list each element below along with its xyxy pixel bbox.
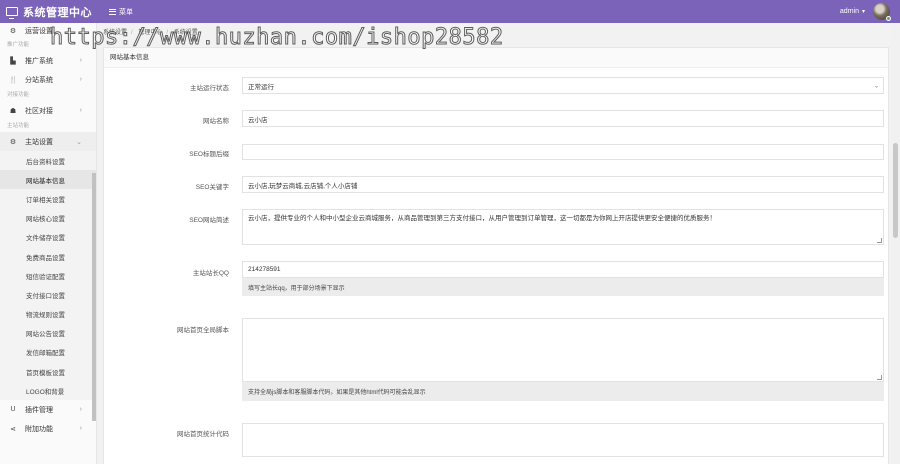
page-scrollbar[interactable] <box>891 23 900 464</box>
users-icon: ☗ <box>9 107 17 115</box>
gear-icon: ⚙ <box>9 28 17 35</box>
global-script-textarea[interactable] <box>242 318 884 382</box>
sidebar-item-label: 分站系统 <box>25 76 53 84</box>
sidebar-subitem[interactable]: 首页模板设置 <box>0 362 96 382</box>
sidebar-subitem[interactable]: 发信邮箱配置 <box>0 342 96 363</box>
sidebar-item-main-settings[interactable]: ⚙ 主站设置 ⌄ <box>0 132 96 151</box>
sidebar-item-extras[interactable]: ⋖ 附加功能 › <box>0 419 96 438</box>
seo-title-label: SEO标题后缀 <box>189 151 229 158</box>
seo-title-input[interactable] <box>242 144 884 160</box>
sidebar-item-operations[interactable]: ⚙ 运营设置 <box>0 23 96 39</box>
sidebar-item-community[interactable]: ☗ 社区对接 › <box>0 101 96 120</box>
resize-handle-icon[interactable] <box>877 238 882 243</box>
global-script-help-text: 支持全局js脚本和客服脚本代码，如果是其他html代码可能会乱显示 <box>242 382 884 401</box>
seo-description-label: SEO网站简述 <box>189 217 229 224</box>
bar-chart-icon: ▙ <box>10 57 16 65</box>
username: admin <box>839 8 859 15</box>
qq-value: 214278591 <box>248 266 281 273</box>
share-icon: ⋖ <box>10 425 16 433</box>
sidebar-subitem[interactable]: 网站核心设置 <box>0 208 96 228</box>
sidebar-scrollbar[interactable] <box>92 173 96 421</box>
sidebar-item-label: 运营设置 <box>25 28 53 35</box>
breadcrumb-item: 系统设置 <box>173 30 198 36</box>
sidebar-section-dock: 对接功能 <box>7 92 30 98</box>
seo-keywords-label: SEO关键字 <box>195 184 229 191</box>
chevron-down-icon: ⌄ <box>76 138 82 146</box>
scrollbar-thumb[interactable] <box>893 143 898 238</box>
sidebar-subitem[interactable]: LOGO和背景 <box>0 381 96 401</box>
sidebar-item-label: 插件管理 <box>25 406 53 414</box>
qq-input[interactable]: 214278591 <box>242 261 884 278</box>
menu-toggle-button[interactable]: 菜单 <box>109 7 133 17</box>
chevron-right-icon: › <box>79 76 82 83</box>
gear-icon: ⚙ <box>9 138 17 146</box>
brand[interactable]: 系统管理中心 <box>0 0 97 23</box>
qq-help-text: 填写主站长qq，用于部分场景下显示 <box>242 278 884 296</box>
panel-title: 网站基本信息 <box>104 48 888 68</box>
magnet-icon: U <box>10 406 16 414</box>
status-value: 正常运行 <box>248 83 274 91</box>
breadcrumb-item[interactable]: 管理中心 <box>138 30 162 36</box>
user-menu[interactable]: admin ▾ <box>839 0 891 23</box>
caret-down-icon: ▾ <box>861 9 865 15</box>
site-name-label: 网站名称 <box>203 118 229 125</box>
sidebar-item-label: 社区对接 <box>25 107 53 115</box>
menu-label: 菜单 <box>119 8 133 16</box>
qq-label: 主站站长QQ <box>192 270 229 277</box>
monitor-icon <box>6 7 18 19</box>
breadcrumb-item[interactable]: 系统设置 <box>103 30 127 36</box>
chevron-right-icon: › <box>79 107 82 114</box>
seo-keywords-value: 云小店,玩梦云商城,云店铺,个人小店铺 <box>248 182 358 190</box>
breadcrumb: 系统设置 / 管理中心 / 系统设置 <box>103 27 202 39</box>
chevron-down-icon: ⌄ <box>873 83 879 89</box>
online-status-dot <box>886 16 891 21</box>
chevron-right-icon: › <box>79 425 82 433</box>
seo-keywords-input[interactable]: 云小店,玩梦云商城,云店铺,个人小店铺 <box>242 176 884 193</box>
hamburger-icon <box>109 8 116 15</box>
settings-panel: 网站基本信息 主站运行状态 正常运行 ⌄ 网站名称 云小店 SEO标题后缀 SE… <box>103 47 889 464</box>
status-label: 主站运行状态 <box>190 85 229 92</box>
resize-handle-icon[interactable] <box>877 375 882 380</box>
sidebar-subitem[interactable]: 后台资料设置 <box>0 151 96 171</box>
site-name-input[interactable]: 云小店 <box>242 110 884 127</box>
global-script-label: 网站首页全局脚本 <box>177 327 229 334</box>
breadcrumb-separator: / <box>166 30 169 36</box>
chevron-right-icon: › <box>79 57 82 64</box>
sidebar: ⚙ 运营设置 推广功能 ▙ 推广系统 › 🍴 分站系统 › 对接功能 ☗ 社区对… <box>0 23 97 464</box>
sidebar-subitem[interactable]: 订单相关设置 <box>0 189 96 209</box>
sidebar-item-label: 推广系统 <box>25 57 53 65</box>
sidebar-subitem[interactable]: 支付接口设置 <box>0 285 96 305</box>
site-name-value: 云小店 <box>248 116 268 124</box>
sidebar-subitem[interactable]: 免费商品设置 <box>0 246 96 267</box>
seo-description-value: 云小店，提供专业的个人和中小型企业云商城服务，从商品管理到第三方支付接口，从用户… <box>248 215 716 222</box>
seo-description-textarea[interactable]: 云小店，提供专业的个人和中小型企业云商城服务，从商品管理到第三方支付接口，从用户… <box>242 209 884 245</box>
sidebar-item-label: 主站设置 <box>25 138 53 146</box>
status-select[interactable]: 正常运行 ⌄ <box>242 77 884 94</box>
sidebar-item-substation[interactable]: 🍴 分站系统 › <box>0 70 96 89</box>
sidebar-section-promo: 推广功能 <box>7 42 30 48</box>
app-title: 系统管理中心 <box>23 6 92 19</box>
stats-code-label: 网站首页统计代码 <box>177 431 229 438</box>
sidebar-item-promo[interactable]: ▙ 推广系统 › <box>0 51 96 70</box>
avatar[interactable] <box>873 3 891 21</box>
sidebar-item-label: 附加功能 <box>25 425 53 433</box>
sidebar-subitem[interactable]: 短信验证配置 <box>0 266 96 286</box>
sidebar-item-plugins[interactable]: U 插件管理 › <box>0 400 96 419</box>
top-bar: 系统管理中心 菜单 admin ▾ <box>0 0 900 23</box>
stats-code-textarea[interactable] <box>242 423 884 457</box>
chevron-right-icon: › <box>79 406 82 414</box>
breadcrumb-separator: / <box>131 30 133 36</box>
sidebar-subitem-active[interactable]: 网站基本信息 <box>0 170 96 190</box>
sidebar-subitem[interactable]: 文件储存设置 <box>0 227 96 247</box>
sidebar-section-main: 主站功能 <box>7 123 30 129</box>
sidebar-subitem[interactable]: 网站公告设置 <box>0 323 96 343</box>
fork-knife-icon: 🍴 <box>9 76 18 84</box>
sidebar-subitem[interactable]: 物流规则设置 <box>0 304 96 324</box>
